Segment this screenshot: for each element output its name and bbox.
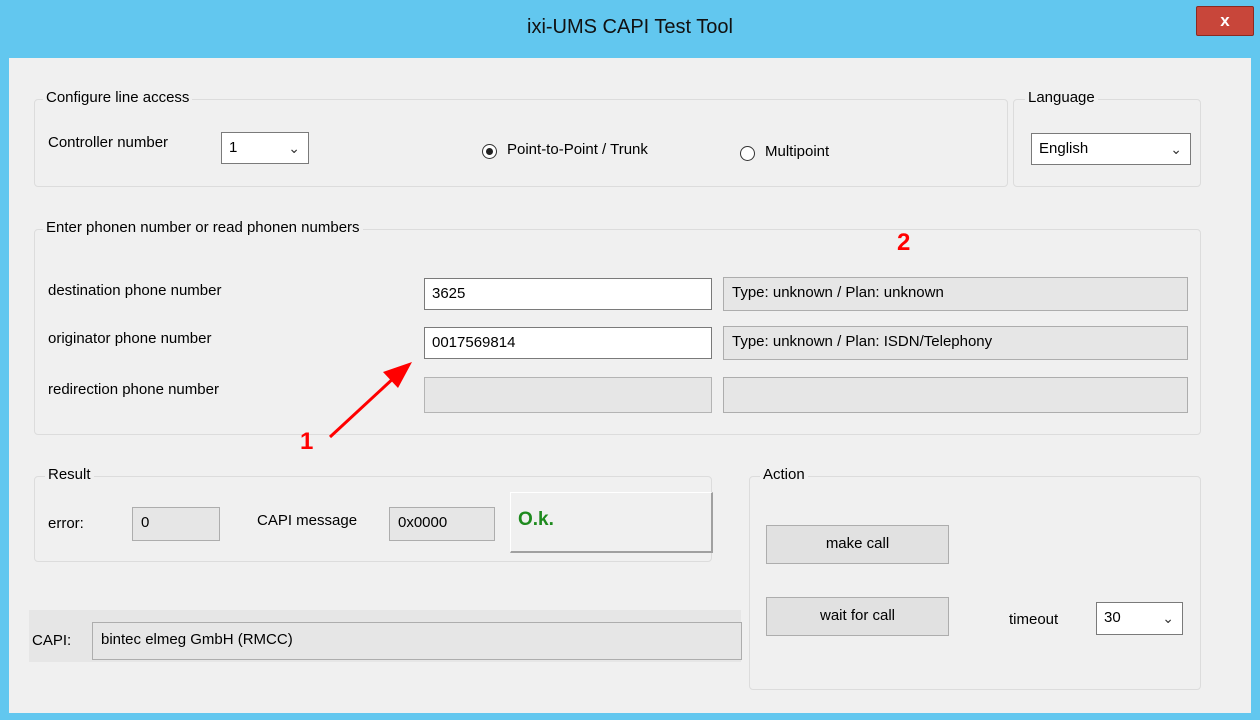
annotation-arrow-icon: [328, 362, 412, 439]
